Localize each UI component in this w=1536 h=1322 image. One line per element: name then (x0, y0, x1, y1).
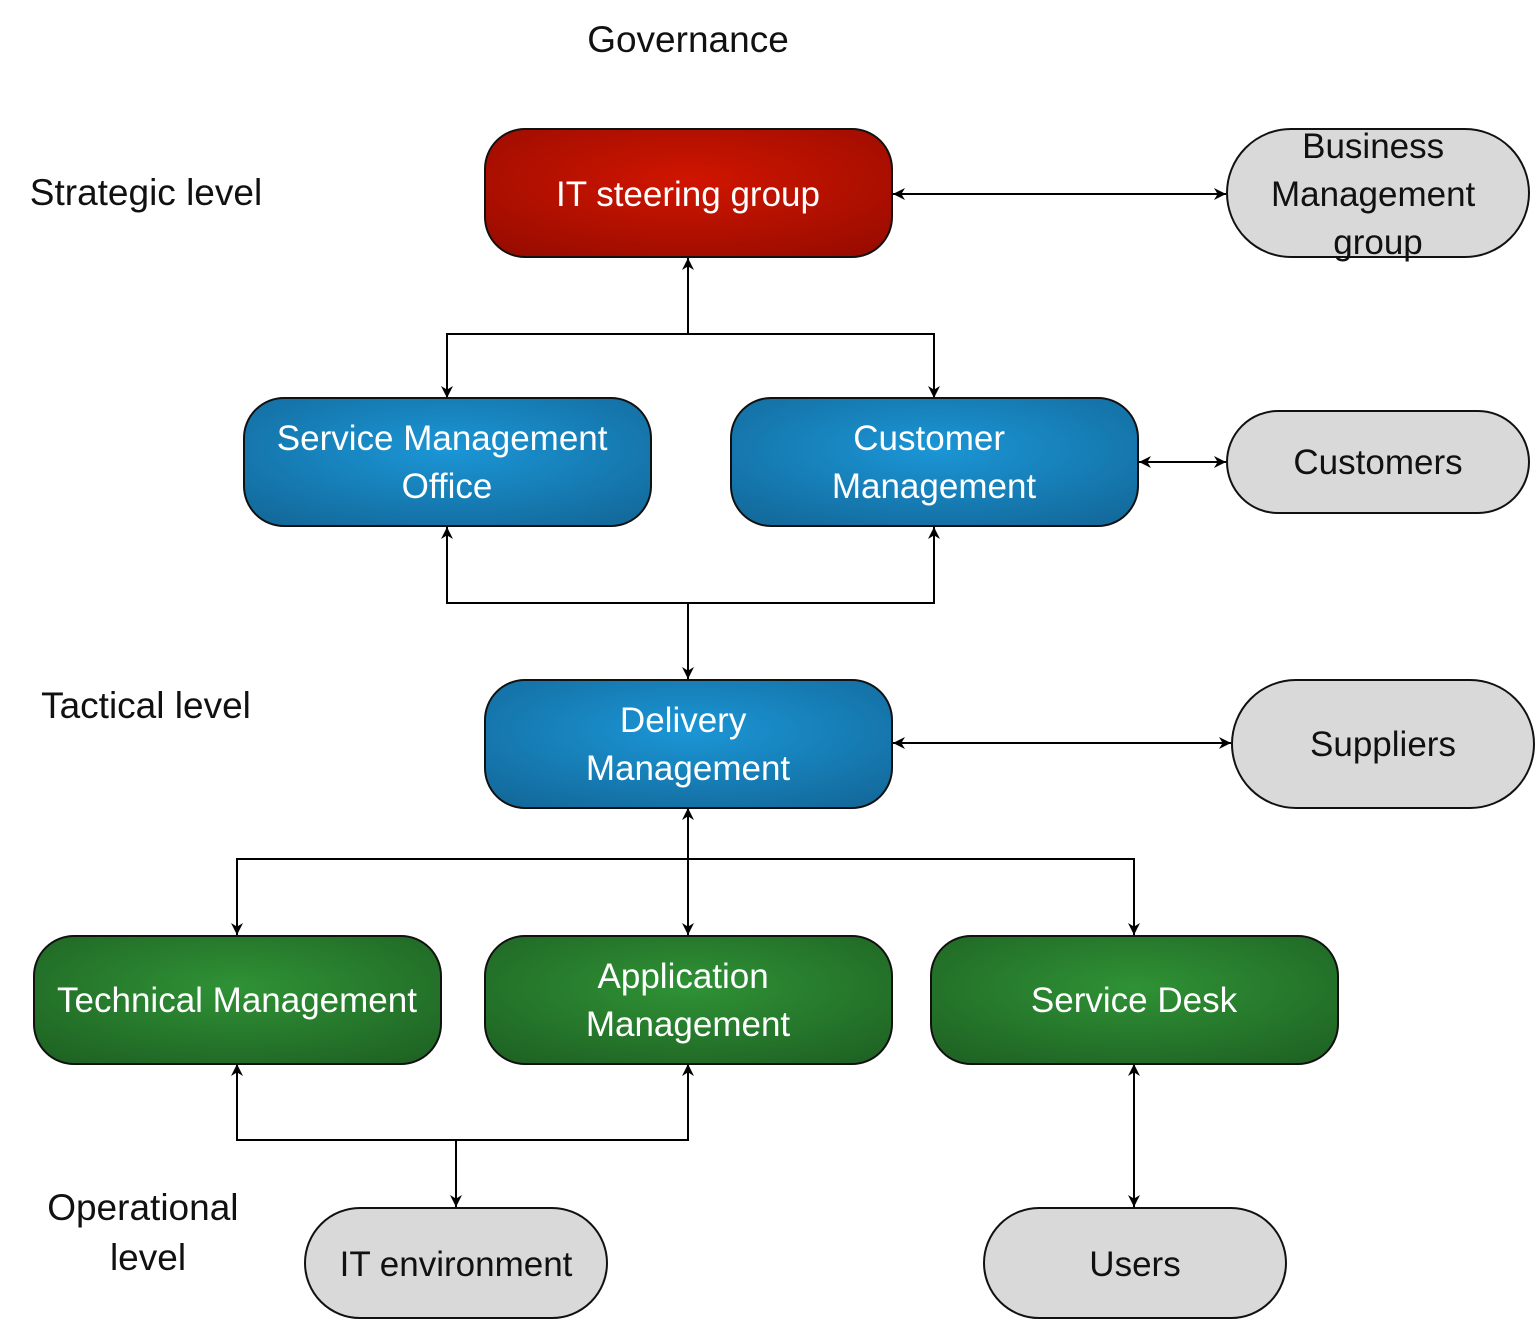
node-label: Technical Management (57, 981, 417, 1020)
node-label: Service Desk (1031, 981, 1238, 1020)
connector-split-bottom (231, 858, 1140, 935)
level-label-tactical: Tactical level (41, 685, 251, 726)
node-label-line1: Delivery (620, 701, 747, 740)
node-label-line2: Management (1271, 175, 1476, 214)
node-users[interactable]: Users (983, 1207, 1287, 1319)
node-technical-management[interactable]: Technical Management (33, 935, 442, 1065)
node-label: IT steering group (556, 175, 820, 214)
node-label: Customers (1293, 443, 1462, 482)
node-label-line1: Application (598, 957, 769, 996)
node-label-line1: Business (1302, 127, 1444, 166)
node-suppliers[interactable]: Suppliers (1231, 679, 1535, 809)
node-label: Suppliers (1310, 725, 1456, 764)
level-label-operational: Operational level (47, 1187, 249, 1278)
node-label-line1: Service Management (277, 419, 608, 458)
node-business-management-group[interactable]: Business Management group (1226, 127, 1530, 262)
svg-text:Users: Users (1089, 1245, 1180, 1284)
node-service-management-office[interactable]: Service Management Office (243, 397, 652, 527)
node-delivery-management[interactable]: Delivery Management (484, 679, 893, 809)
node-label-line3: group (1333, 223, 1423, 262)
svg-text:Technical Management: Technical Management (57, 981, 417, 1020)
node-application-management[interactable]: Application Management (484, 935, 893, 1065)
node-it-steering-group[interactable]: IT steering group (484, 128, 893, 258)
node-customer-management[interactable]: Customer Management (730, 397, 1139, 527)
node-service-desk[interactable]: Service Desk (930, 935, 1339, 1065)
node-label-line2: Management (586, 749, 791, 788)
level-label-operational-line1: Operational (47, 1187, 238, 1228)
connector-merge-bottom (231, 1064, 694, 1141)
node-label-line2: Office (402, 467, 493, 506)
node-label: Users (1089, 1245, 1180, 1284)
node-customers[interactable]: Customers (1226, 410, 1530, 514)
node-label-line2: Management (586, 1005, 791, 1044)
node-it-environment[interactable]: IT environment (304, 1207, 608, 1319)
level-label-operational-line2: level (110, 1237, 186, 1278)
connector-split-top (441, 333, 940, 398)
level-label-strategic: Strategic level (30, 172, 262, 213)
svg-text:Service Desk: Service Desk (1031, 981, 1238, 1020)
node-label-line1: Customer (853, 419, 1005, 458)
svg-text:IT environment: IT environment (340, 1245, 573, 1284)
connector-merge-mid (441, 527, 940, 604)
node-label: IT environment (340, 1245, 573, 1284)
svg-text:IT steering group: IT steering group (556, 175, 820, 214)
svg-text:Customers: Customers (1293, 443, 1462, 482)
node-label-line2: Management (832, 467, 1037, 506)
svg-text:Suppliers: Suppliers (1310, 725, 1456, 764)
governance-diagram: Governance Strategic level Tactical leve… (30, 19, 1535, 1319)
diagram-title: Governance (587, 19, 789, 60)
